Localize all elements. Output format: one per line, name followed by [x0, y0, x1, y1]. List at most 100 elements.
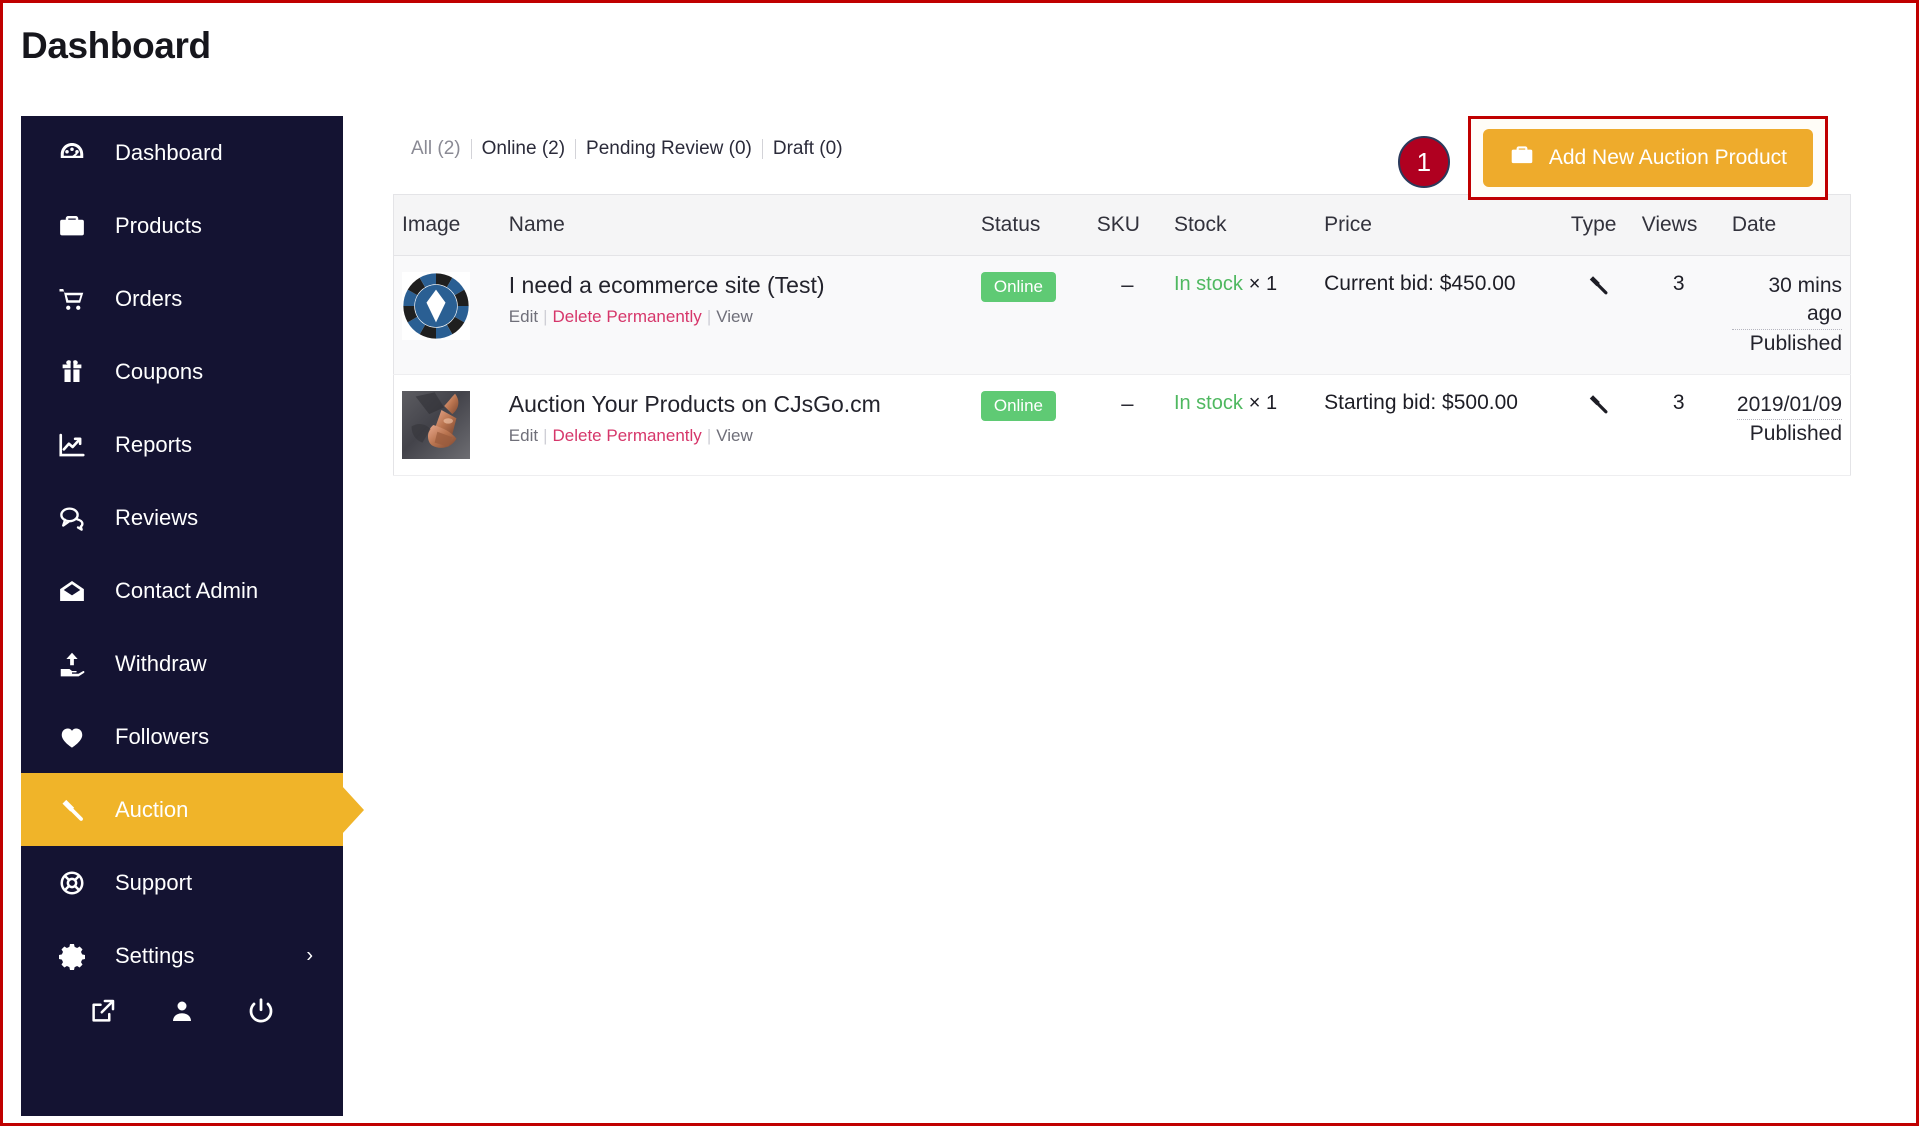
sidebar-nav-list: Dashboard Products Orders Coupons Report… [21, 116, 343, 992]
action-separator: | [543, 306, 548, 326]
sidebar-item-coupons[interactable]: Coupons [21, 335, 343, 408]
user-icon[interactable] [161, 990, 203, 1032]
views-count: 3 [1672, 391, 1685, 415]
column-header-status[interactable]: Status [972, 194, 1089, 256]
add-product-area: 1 Add New Auction Product [1397, 116, 1828, 200]
sidebar-item-label: Followers [115, 723, 210, 749]
status-badge: Online [980, 272, 1056, 303]
column-header-views[interactable]: Views [1633, 194, 1724, 256]
edit-link[interactable]: Edit [509, 307, 538, 326]
sidebar-item-orders[interactable]: Orders [21, 262, 343, 335]
column-header-image[interactable]: Image [393, 194, 501, 256]
add-new-auction-product-button[interactable]: Add New Auction Product [1482, 129, 1813, 187]
table-header: Image Name Status SKU Stock Price Type V… [393, 194, 1851, 256]
date-value: 2019/01/09 [1736, 391, 1842, 421]
sidebar-item-contact-admin[interactable]: Contact Admin [21, 554, 343, 627]
heart-icon [57, 722, 95, 752]
page-title: Dashboard [21, 25, 211, 66]
cell-date: 30 mins ago Published [1723, 255, 1851, 376]
column-header-sku[interactable]: SKU [1088, 194, 1166, 256]
power-icon[interactable] [240, 990, 282, 1032]
sidebar-item-label: Support [115, 869, 193, 895]
price-value: Current bid: $450.00 [1324, 272, 1516, 295]
cell-sku: – [1088, 255, 1166, 376]
sidebar-item-auction[interactable]: Auction [21, 773, 343, 846]
envelope-icon [57, 576, 95, 606]
sidebar-item-support[interactable]: Support [21, 846, 343, 919]
sidebar-item-followers[interactable]: Followers [21, 700, 343, 773]
toolbar: All (2) Online (2) Pending Review (0) Dr… [393, 116, 1863, 200]
cell-status: Online [972, 374, 1089, 477]
cell-type [1562, 255, 1634, 376]
column-header-price[interactable]: Price [1316, 194, 1563, 256]
filter-link-pending-review[interactable]: Pending Review (0) [576, 138, 762, 160]
delete-permanently-link[interactable]: Delete Permanently [553, 426, 702, 445]
table-header-row: Image Name Status SKU Stock Price Type V… [393, 194, 1851, 256]
auction-products-table: Image Name Status SKU Stock Price Type V… [393, 194, 1851, 477]
chart-line-icon [57, 430, 95, 460]
cell-name: Auction Your Products on CJsGo.cm Edit | D… [500, 374, 973, 477]
publish-status: Published [1749, 422, 1842, 446]
content-area: All (2) Online (2) Pending Review (0) Dr… [393, 116, 1863, 477]
sidebar-item-label: Settings [115, 942, 195, 968]
gift-icon [57, 357, 95, 387]
cell-price: Current bid: $450.00 [1316, 255, 1563, 376]
edit-link[interactable]: Edit [509, 426, 538, 445]
product-name[interactable]: I need a ecommerce site (Test) [509, 272, 965, 300]
cell-status: Online [972, 255, 1089, 376]
table-row: Auction Your Products on CJsGo.cm Edit | D… [393, 374, 1851, 477]
add-button-label: Add New Auction Product [1548, 146, 1787, 169]
sidebar-item-withdraw[interactable]: Withdraw [21, 627, 343, 700]
status-filter-links: All (2) Online (2) Pending Review (0) Dr… [401, 138, 853, 160]
filter-link-online[interactable]: Online (2) [472, 138, 575, 160]
row-actions: Edit | Delete Permanently | View [509, 307, 965, 327]
stock-status: In stock [1173, 273, 1243, 295]
briefcase-icon [1509, 142, 1535, 174]
speech-bubble-icon [57, 503, 95, 533]
column-header-name[interactable]: Name [500, 194, 973, 256]
stock-status: In stock [1173, 392, 1243, 415]
sidebar-item-label: Reviews [115, 504, 199, 530]
view-link[interactable]: View [716, 307, 753, 326]
delete-permanently-link[interactable]: Delete Permanently [553, 307, 702, 326]
sidebar-item-label: Auction [115, 796, 189, 822]
sidebar-item-label: Dashboard [115, 139, 223, 165]
status-badge: Online [980, 391, 1056, 422]
sidebar-item-dashboard[interactable]: Dashboard [21, 116, 343, 189]
sidebar-item-products[interactable]: Products [21, 189, 343, 262]
gavel-icon [1585, 395, 1611, 422]
product-name[interactable]: Auction Your Products on CJsGo.cm [509, 391, 965, 419]
cell-stock: In stock × 1 [1165, 374, 1317, 477]
sidebar: Dashboard Products Orders Coupons Report… [21, 116, 343, 1116]
action-separator: | [543, 425, 548, 445]
sku-value: – [1121, 272, 1134, 297]
step-badge-1: 1 [1397, 136, 1450, 188]
cell-name: I need a ecommerce site (Test) Edit | Dele… [500, 255, 973, 376]
chevron-right-icon: › [306, 944, 313, 966]
sku-value: – [1121, 391, 1134, 417]
sidebar-item-label: Coupons [115, 358, 204, 384]
sidebar-item-reviews[interactable]: Reviews [21, 481, 343, 554]
external-link-icon[interactable] [82, 990, 124, 1032]
filter-link-all[interactable]: All (2) [401, 138, 471, 160]
column-header-stock[interactable]: Stock [1165, 194, 1317, 256]
column-header-type[interactable]: Type [1562, 194, 1634, 256]
briefcase-icon [57, 211, 95, 241]
column-header-date[interactable]: Date [1723, 194, 1851, 256]
sidebar-item-reports[interactable]: Reports [21, 408, 343, 481]
upload-hand-icon [57, 649, 95, 679]
view-link[interactable]: View [716, 426, 753, 445]
filter-link-draft[interactable]: Draft (0) [763, 138, 853, 160]
copper-product-photo [402, 391, 470, 460]
sidebar-item-label: Contact Admin [115, 577, 259, 603]
price-value: Starting bid: $500.00 [1324, 391, 1518, 415]
table-body: I need a ecommerce site (Test) Edit | Dele… [393, 255, 1851, 477]
sidebar-item-label: Reports [115, 431, 193, 457]
views-count: 3 [1672, 272, 1685, 295]
table-row: I need a ecommerce site (Test) Edit | Dele… [393, 255, 1851, 376]
date-value: 30 mins ago [1731, 272, 1842, 330]
dashboard-page: Dashboard Dashboard Products Orders Coup… [0, 0, 1919, 1126]
sidebar-footer [21, 981, 343, 1041]
row-actions: Edit | Delete Permanently | View [509, 426, 965, 446]
cell-date: 2019/01/09 Published [1723, 374, 1851, 477]
